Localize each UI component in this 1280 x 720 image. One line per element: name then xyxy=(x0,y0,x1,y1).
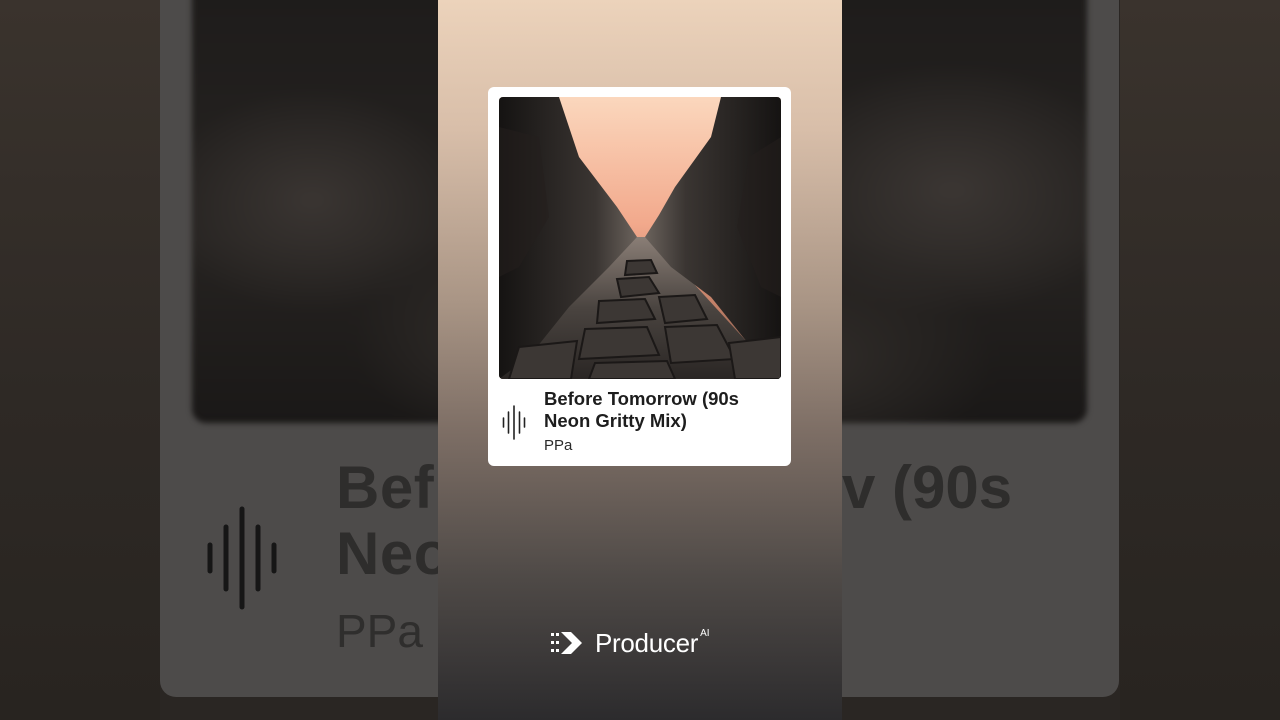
brand-name: Producer xyxy=(595,627,699,658)
background-left-shade xyxy=(0,0,160,720)
video-panel: Before Tomorrow (90s Neon Gritty Mix) PP… xyxy=(438,0,842,720)
background-artist: PPa xyxy=(336,605,423,657)
track-card[interactable]: Before Tomorrow (90s Neon Gritty Mix) PP… xyxy=(488,87,791,466)
background-right-shade xyxy=(1120,0,1280,720)
song-artist: PPa xyxy=(544,437,573,454)
brand-watermark: Producer AI xyxy=(551,626,710,660)
background-waveform-icon xyxy=(207,506,277,610)
waveform-icon xyxy=(502,405,526,440)
background-title-right: v (90s xyxy=(842,454,1013,521)
brand-superscript: AI xyxy=(700,628,710,639)
song-title: Before Tomorrow (90s Neon Gritty Mix) xyxy=(544,388,739,431)
background-title-left: Bef Neo xyxy=(336,454,451,587)
album-artwork xyxy=(499,97,781,379)
producer-logo-icon xyxy=(551,632,582,654)
